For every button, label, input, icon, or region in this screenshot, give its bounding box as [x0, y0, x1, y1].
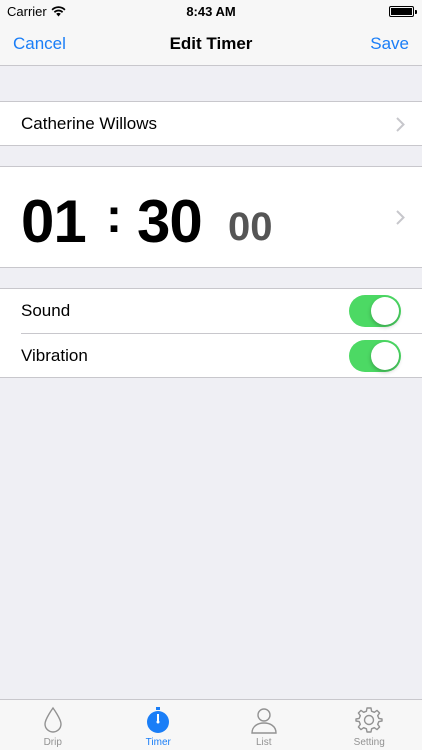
timer-name-label: Catherine Willows: [21, 114, 158, 133]
sound-label: Sound: [21, 301, 71, 320]
chevron-right-icon: [396, 210, 405, 225]
vibration-row: Vibration: [0, 334, 422, 378]
gear-icon: [355, 707, 383, 733]
save-button[interactable]: Save: [370, 34, 409, 54]
tab-label: List: [255, 737, 272, 748]
person-icon: [251, 708, 277, 734]
navigation-bar: Cancel Edit Timer Save: [0, 22, 422, 66]
stopwatch-icon: [147, 707, 170, 733]
timer-seconds: 00: [228, 205, 273, 249]
battery-icon: [389, 6, 417, 17]
sound-toggle[interactable]: [349, 295, 401, 327]
chevron-right-icon: [396, 117, 405, 132]
name-cell[interactable]: Catherine Willows: [0, 101, 422, 146]
sound-row: Sound: [0, 289, 422, 334]
settings-group: Sound Vibration: [0, 288, 422, 378]
tab-list[interactable]: List: [211, 700, 317, 750]
drop-icon: [44, 706, 62, 733]
vibration-label: Vibration: [21, 346, 88, 365]
tab-label: Setting: [353, 737, 385, 748]
tab-label: Drip: [43, 737, 62, 748]
timer-duration-cell[interactable]: 01 : 30 00: [0, 166, 422, 268]
timer-separator: :: [106, 190, 122, 243]
status-bar: Carrier 8:43 AM: [0, 0, 422, 22]
tab-drip[interactable]: Drip: [0, 700, 106, 750]
timer-minutes: 30: [137, 188, 203, 255]
vibration-toggle[interactable]: [349, 340, 401, 372]
tab-setting[interactable]: Setting: [317, 700, 422, 750]
page-title: Edit Timer: [169, 34, 253, 53]
tab-timer[interactable]: Timer: [106, 700, 212, 750]
status-time: 8:43 AM: [186, 4, 236, 19]
timer-hours: 01: [21, 188, 87, 255]
tab-bar: Drip Timer List Setting: [0, 699, 422, 750]
tab-label: Timer: [145, 737, 171, 748]
